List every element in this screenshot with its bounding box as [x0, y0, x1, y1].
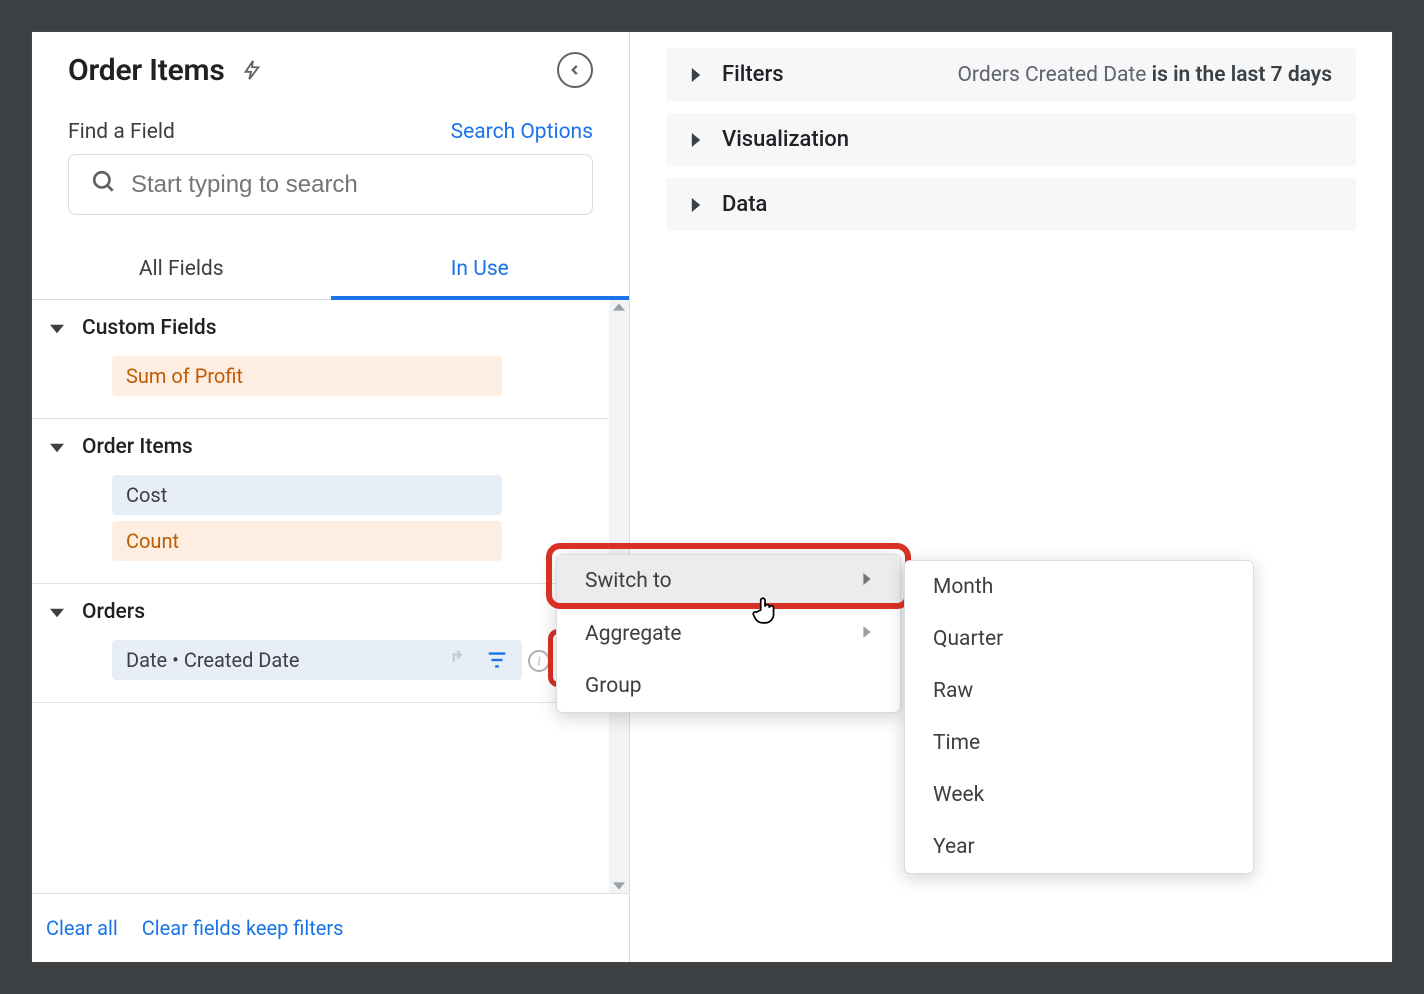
- group-orders[interactable]: Orders: [32, 598, 609, 636]
- collapse-pane-button[interactable]: [557, 52, 593, 88]
- scroll-up-icon: [613, 302, 625, 312]
- search-input[interactable]: [131, 171, 570, 199]
- clear-fields-keep-filters-link[interactable]: Clear fields keep filters: [142, 916, 344, 940]
- switch-to-submenu: Month Quarter Raw Time Week Year: [904, 560, 1254, 874]
- scroll-down-icon: [613, 881, 625, 891]
- group-custom-fields[interactable]: Custom Fields: [32, 314, 609, 352]
- explore-app: Order Items Find a Field Search Options: [30, 30, 1394, 964]
- caret-down-icon: [50, 435, 64, 459]
- submenu-arrow-icon: [862, 626, 872, 642]
- search-icon: [91, 169, 117, 200]
- pivot-icon[interactable]: [450, 649, 472, 671]
- run-icon[interactable]: [241, 56, 263, 84]
- field-cost[interactable]: Cost: [112, 475, 502, 515]
- group-label: Order Items: [82, 435, 193, 459]
- menu-item-label: Aggregate: [585, 622, 682, 646]
- panel-label: Data: [722, 192, 767, 217]
- panel-data[interactable]: Data: [666, 178, 1356, 231]
- menu-item-label: Group: [585, 674, 642, 698]
- annotation-highlight-switch-to: [546, 543, 911, 609]
- field-count[interactable]: Count: [112, 521, 502, 561]
- search-options-link[interactable]: Search Options: [451, 120, 593, 144]
- panel-filters[interactable]: Filters Orders Created Date is in the la…: [666, 48, 1356, 101]
- caret-down-icon: [50, 600, 64, 624]
- tab-in-use[interactable]: In Use: [331, 245, 630, 299]
- filter-icon[interactable]: [486, 649, 508, 671]
- search-box[interactable]: [68, 154, 593, 215]
- filters-summary: Orders Created Date is in the last 7 day…: [957, 63, 1332, 87]
- submenu-item-time[interactable]: Time: [905, 717, 1253, 769]
- menu-item-aggregate[interactable]: Aggregate: [557, 608, 900, 660]
- menu-item-group[interactable]: Group: [557, 660, 900, 712]
- submenu-item-raw[interactable]: Raw: [905, 665, 1253, 717]
- submenu-item-week[interactable]: Week: [905, 769, 1253, 821]
- field-date-created-date[interactable]: Date • Created Date: [112, 640, 522, 680]
- group-label: Orders: [82, 600, 145, 624]
- panel-label: Filters: [722, 62, 784, 87]
- caret-right-icon: [690, 68, 702, 82]
- caret-down-icon: [50, 316, 64, 340]
- find-field-label: Find a Field: [68, 120, 175, 144]
- field-picker-pane: Order Items Find a Field Search Options: [32, 32, 630, 962]
- caret-right-icon: [690, 198, 702, 212]
- field-sum-of-profit[interactable]: Sum of Profit: [112, 356, 502, 396]
- tab-all-fields[interactable]: All Fields: [32, 245, 331, 299]
- submenu-item-month[interactable]: Month: [905, 561, 1253, 613]
- clear-all-link[interactable]: Clear all: [46, 916, 118, 940]
- cursor-icon: [752, 595, 778, 625]
- caret-right-icon: [690, 133, 702, 147]
- group-order-items[interactable]: Order Items: [32, 433, 609, 471]
- field-label: Date • Created Date: [126, 648, 442, 672]
- explore-title: Order Items: [68, 53, 225, 88]
- info-icon[interactable]: i: [528, 650, 550, 672]
- group-label: Custom Fields: [82, 316, 217, 340]
- panel-visualization[interactable]: Visualization: [666, 113, 1356, 166]
- panel-label: Visualization: [722, 127, 849, 152]
- submenu-item-year[interactable]: Year: [905, 821, 1253, 873]
- submenu-item-quarter[interactable]: Quarter: [905, 613, 1253, 665]
